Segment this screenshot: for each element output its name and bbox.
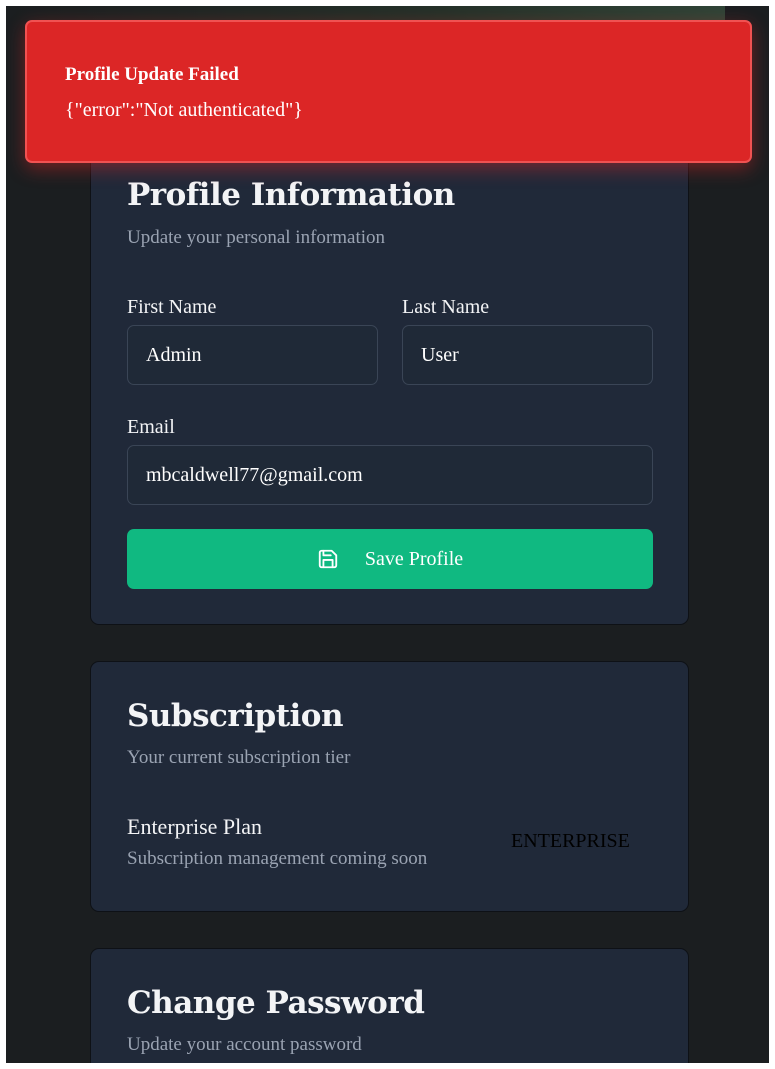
email-label: Email — [127, 416, 175, 438]
save-profile-label: Save Profile — [364, 547, 464, 570]
plan-name: Enterprise Plan — [127, 814, 263, 839]
profile-subtitle: Update your personal information — [127, 227, 386, 248]
password-title: Change Password — [127, 985, 425, 1021]
error-toast[interactable]: Profile Update Failed {"error":"Not auth… — [25, 20, 752, 163]
subscription-title: Subscription — [127, 698, 344, 734]
email-input[interactable] — [127, 445, 653, 505]
settings-page: Profile Information Update your personal… — [6, 6, 769, 1063]
profile-card: Profile Information Update your personal… — [90, 106, 689, 625]
subscription-card: Subscription Your current subscription t… — [90, 661, 689, 912]
password-subtitle: Update your account password — [127, 1034, 362, 1055]
subscription-subtitle: Your current subscription tier — [127, 747, 351, 768]
toast-title: Profile Update Failed — [65, 64, 239, 85]
last-name-label: Last Name — [402, 296, 490, 318]
plan-note: Subscription management coming soon — [127, 848, 428, 869]
password-card: Change Password Update your account pass… — [90, 948, 689, 1063]
first-name-input[interactable] — [127, 325, 378, 385]
plan-badge: ENTERPRISE — [511, 830, 630, 852]
first-name-label: First Name — [127, 296, 217, 318]
profile-title: Profile Information — [127, 177, 455, 213]
last-name-input[interactable] — [402, 325, 653, 385]
save-icon — [317, 548, 339, 570]
save-profile-button[interactable]: Save Profile — [127, 529, 653, 589]
toast-message: {"error":"Not authenticated"} — [65, 99, 303, 121]
